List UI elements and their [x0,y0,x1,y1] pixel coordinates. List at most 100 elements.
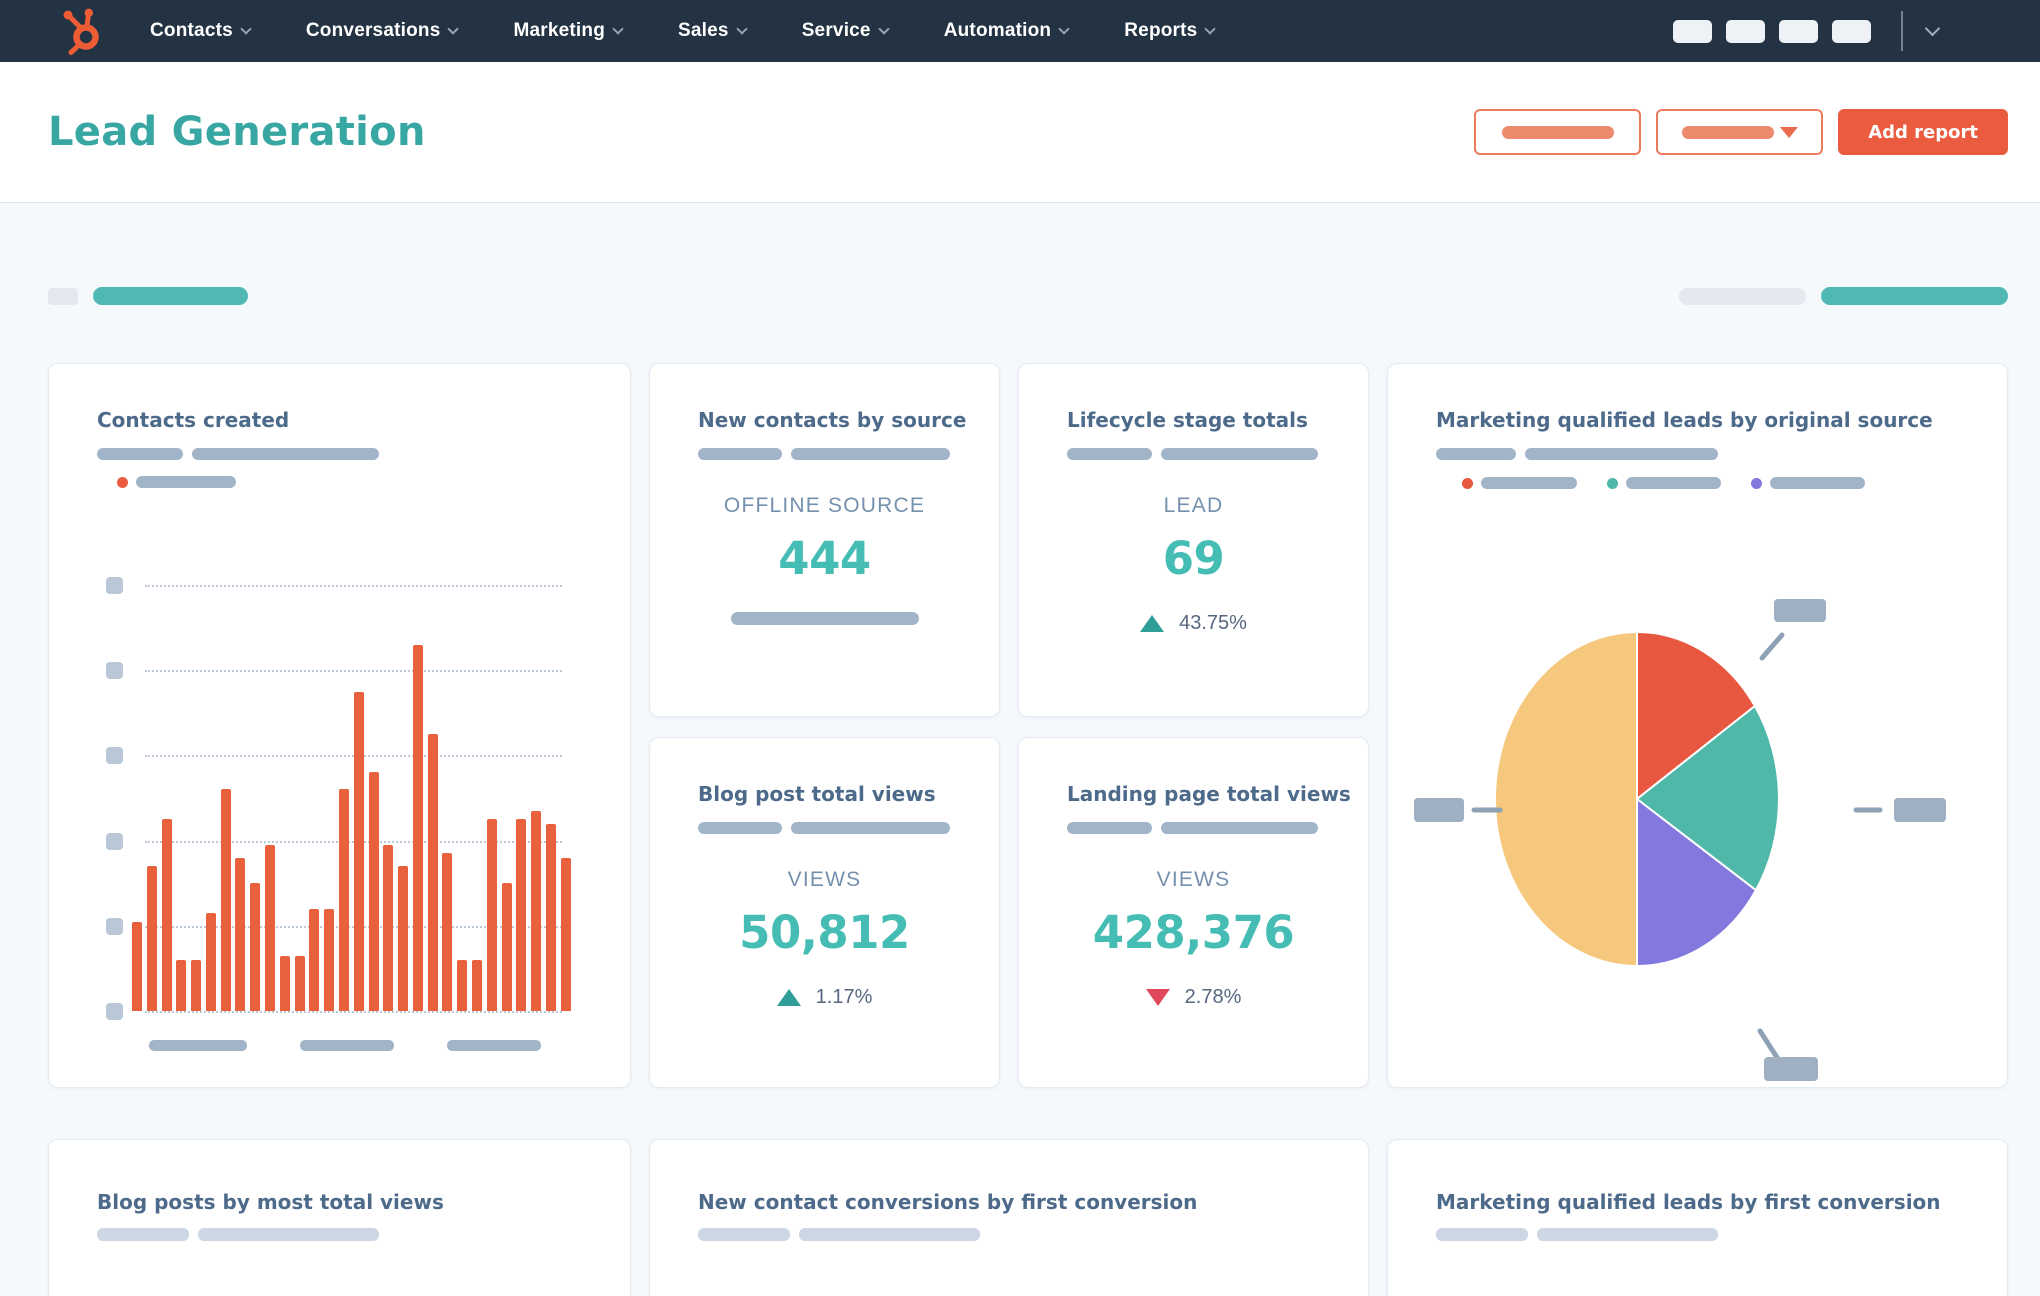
chevron-down-icon [1058,23,1070,35]
card-new-contacts-by-source[interactable]: New contacts by source OFFLINE SOURCE 44… [649,363,1000,717]
bar [176,959,187,1011]
chevron-down-icon [1204,23,1217,35]
filter-teal-placeholder[interactable] [1821,287,2008,305]
card-blog-post-total-views[interactable]: Blog post total views VIEWS 50,812 1.17% [649,737,1000,1088]
text-placeholder [97,1228,189,1241]
chevron-down-icon [240,23,252,35]
nav-item-label: Contacts [150,20,233,41]
card-title: Blog post total views [698,782,936,806]
nav-item-conversations[interactable]: Conversations [305,20,460,42]
text-placeholder [1161,448,1318,460]
nav-item-label: Reports [1124,20,1198,41]
delta-value: 43.75% [1179,612,1247,634]
page-header: Lead Generation Add report [0,62,2040,203]
callout-leader-line [1759,632,1785,661]
x-axis-label-placeholder [447,1040,541,1051]
card-landing-page-total-views[interactable]: Landing page total views VIEWS 428,376 2… [1018,737,1369,1088]
bar [398,866,409,1011]
card-title: Blog posts by most total views [97,1190,444,1214]
card-new-contact-conversions[interactable]: New contact conversions by first convers… [649,1139,1369,1296]
card-blog-posts-by-most-total-views[interactable]: Blog posts by most total views [48,1139,631,1296]
filter-left-group [48,287,248,305]
stat-delta: 1.17% [650,986,999,1009]
hubspot-logo-icon[interactable] [54,7,108,55]
bar [531,810,542,1011]
nav-item-contacts[interactable]: Contacts [150,20,252,42]
bar [383,844,394,1011]
y-axis-tick-placeholder [106,662,123,680]
nav-item-label: Sales [678,20,729,41]
card-contacts-created[interactable]: Contacts created [48,363,631,1088]
navbar-icon-placeholder[interactable] [1832,19,1871,43]
bar [338,789,349,1011]
card-subtitle-placeholders [1067,448,1318,460]
page-title: Lead Generation [48,109,426,155]
navbar-icon-placeholder[interactable] [1726,19,1765,43]
chevron-down-icon [878,23,890,35]
text-placeholder [791,448,950,460]
dashboard-page: Contacts Conversations Marketing Sales Servi… [0,0,2040,1296]
card-lifecycle-stage-totals[interactable]: Lifecycle stage totals LEAD 69 43.75% [1018,363,1369,717]
report-grid-bottom: Blog posts by most total views New conta… [48,1139,2008,1296]
bar [294,955,305,1011]
bar [146,866,157,1011]
nav-item-label: Service [801,20,871,41]
bar [132,921,142,1011]
bar [486,819,497,1011]
nav-item-sales[interactable]: Sales [678,20,748,42]
bar [501,883,512,1011]
header-action-dropdown[interactable] [1656,109,1824,155]
stat-metric-label: VIEWS [787,868,862,891]
filter-teal-placeholder[interactable] [93,287,248,305]
text-placeholder [1161,822,1318,834]
chevron-down-icon[interactable] [1924,20,1941,37]
delta-value: 2.78% [1184,986,1242,1008]
bar [427,734,438,1011]
card-subtitle-placeholders [698,822,950,834]
mql-pie-chart [1414,599,1946,1081]
bar [205,913,216,1011]
text-placeholder [1067,448,1152,460]
header-action-button-1[interactable] [1474,109,1642,155]
nav-item-label: Automation [943,20,1052,41]
header-actions: Add report [1474,109,2008,155]
arrow-down-icon [1145,989,1170,1006]
card-title: New contacts by source [698,408,967,432]
nav-item-reports[interactable]: Reports [1124,20,1217,42]
filter-bar-placeholder[interactable] [1679,287,1806,305]
bar [161,819,172,1011]
filter-chip-placeholder[interactable] [48,287,78,305]
card-mql-by-first-conversion[interactable]: Marketing qualified leads by first conve… [1387,1139,2008,1296]
bar [560,857,571,1011]
bar [516,819,527,1011]
callout-label-placeholder [1764,1057,1818,1081]
card-subtitle-placeholders [1067,822,1318,834]
nav-item-label: Marketing [513,20,606,41]
bar [309,908,320,1011]
nav-item-label: Conversations [305,20,441,41]
nav-item-service[interactable]: Service [801,20,890,42]
card-mql-by-original-source[interactable]: Marketing qualified leads by original so… [1387,363,2008,1088]
y-axis-tick-placeholder [106,577,123,594]
card-subtitle-placeholders [97,1228,379,1241]
y-axis-tick-placeholder [106,917,123,935]
top-navbar: Contacts Conversations Marketing Sales Servi… [0,0,2040,62]
delta-value: 1.17% [815,986,873,1008]
x-axis-label-placeholder [300,1040,394,1051]
bar [442,853,453,1011]
bar [220,789,231,1011]
stat-footer [650,612,999,625]
navbar-icon-placeholder[interactable] [1673,19,1712,43]
chevron-down-icon [612,23,624,35]
bar [235,857,246,1011]
text-placeholder [198,1228,379,1241]
stat-delta: 43.75% [1019,612,1368,635]
navbar-divider [1901,11,1903,51]
add-report-button[interactable]: Add report [1838,109,2008,155]
nav-item-automation[interactable]: Automation [943,20,1070,42]
card-title: Marketing qualified leads by first conve… [1436,1190,1941,1214]
nav-item-marketing[interactable]: Marketing [513,20,624,42]
y-axis-tick-placeholder [106,1003,123,1020]
navbar-icon-placeholder[interactable] [1779,19,1818,43]
filter-right-group [1679,287,2008,305]
